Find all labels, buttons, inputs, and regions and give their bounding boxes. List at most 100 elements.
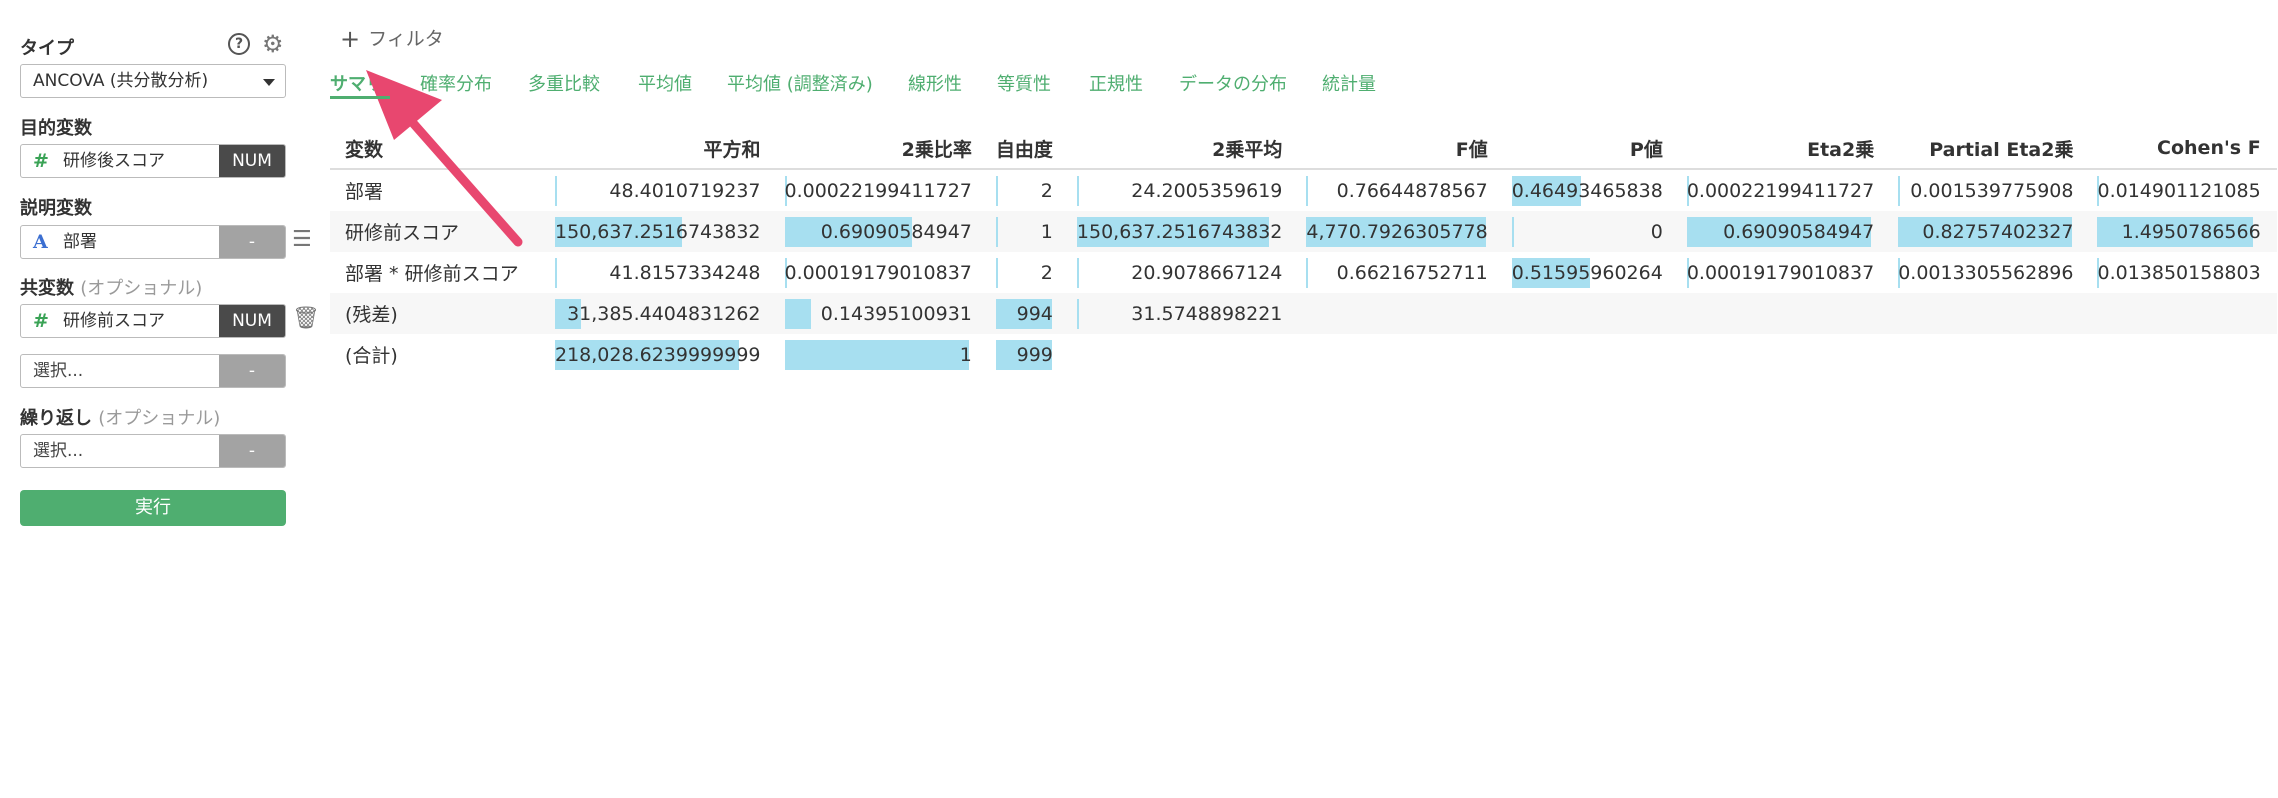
column-header[interactable]: 平方和	[547, 128, 777, 170]
covariate-label: 共変数 (オプショナル)	[20, 274, 202, 300]
value-bar	[1076, 176, 1079, 206]
type-select[interactable]: ANCOVA (共分散分析)	[20, 64, 286, 98]
table-cell: 0.82757402327	[1890, 211, 2090, 252]
table-cell: 0.66216752711	[1298, 252, 1503, 293]
filter-button[interactable]: + フィルタ	[340, 24, 444, 53]
repeat-label-text: 繰り返し	[20, 408, 92, 429]
tab-1[interactable]: 確率分布	[420, 70, 492, 96]
column-header[interactable]: Eta2乗	[1678, 128, 1891, 170]
value-bar	[1306, 258, 1309, 288]
table-cell: 0.00022199411727	[777, 169, 988, 211]
cell-value: 0.46493465838	[1511, 179, 1663, 202]
type-button[interactable]: -	[219, 435, 285, 467]
tab-4[interactable]: 平均値 (調整済み)	[727, 70, 873, 96]
cell-value: 150,637.2516743832	[1076, 220, 1283, 243]
tab-0[interactable]: サマリ	[330, 70, 384, 96]
covariate-field[interactable]: # 研修前スコア NUM	[20, 304, 286, 338]
table-header-row: 変数 平方和 2乗比率 自由度 2乗平均 F値 P値 Eta2乗 Partial Eta2乗 Co…	[330, 128, 2277, 170]
column-header[interactable]: Partial Eta2乗	[1890, 128, 2090, 170]
plus-icon: +	[340, 25, 361, 53]
type-button[interactable]: -	[219, 226, 285, 258]
explanatory-variable-label: 説明変数	[20, 198, 92, 219]
table-cell: 0.51595960264	[1504, 252, 1679, 293]
value-bar	[784, 340, 969, 370]
value-bar	[995, 258, 998, 288]
table-cell: 1	[987, 211, 1069, 252]
help-icon[interactable]: ?	[228, 33, 250, 55]
explanatory-variable-field[interactable]: A 部署 -	[20, 225, 286, 259]
column-header[interactable]: F値	[1298, 128, 1504, 170]
tab-6[interactable]: 等質性	[997, 70, 1051, 96]
table-cell	[1679, 334, 1890, 375]
trash-icon[interactable]: 🗑	[292, 306, 320, 331]
num-type-button[interactable]: NUM	[219, 145, 285, 177]
table-cell	[1678, 293, 1891, 334]
target-variable-field[interactable]: # 研修後スコア NUM	[20, 144, 286, 178]
value-bar	[1306, 176, 1309, 206]
cell-value: 1	[1040, 220, 1053, 243]
menu-icon[interactable]: ☰	[292, 227, 312, 252]
table-cell: 0	[1503, 211, 1679, 252]
table-cell: 0.0013305562896	[1890, 252, 2089, 293]
cell-value: 0	[1650, 220, 1663, 243]
value-bar	[1076, 299, 1079, 329]
value-bar	[555, 258, 557, 288]
column-header[interactable]: 自由度	[987, 128, 1069, 170]
value-bar	[1511, 217, 1514, 247]
cell-value: 999	[1016, 343, 1053, 366]
tab-8[interactable]: データの分布	[1179, 70, 1287, 96]
cell-value: 0.76644878567	[1336, 179, 1488, 202]
table-body: 部署 48.4010719237 0.00022199411727 2 24.20053…	[330, 169, 2277, 375]
column-header[interactable]: 2乗平均	[1068, 128, 1299, 170]
cell-value: 2	[1040, 179, 1053, 202]
covariate-select-field[interactable]: 選択... -	[20, 354, 286, 388]
cell-value: 0.69090584947	[1723, 220, 1875, 243]
num-type-button[interactable]: NUM	[219, 305, 285, 337]
cell-value: 0.00022199411727	[784, 179, 972, 202]
run-button[interactable]: 実行	[20, 490, 286, 526]
table-cell: 1	[777, 334, 988, 375]
tab-3[interactable]: 平均値	[638, 70, 692, 96]
value-bar	[1076, 258, 1079, 288]
chevron-down-icon	[263, 79, 275, 86]
filter-label: フィルタ	[368, 28, 444, 50]
cell-value: 41.8157334248	[609, 261, 761, 284]
cell-value: 研修前スコア	[345, 222, 460, 244]
cell-value: 1.4950786566	[2121, 220, 2261, 243]
tab-9[interactable]: 統計量	[1322, 70, 1376, 96]
table-cell: 24.2005359619	[1069, 169, 1299, 211]
cell-value: 31.5748898221	[1131, 302, 1283, 325]
type-select-value: ANCOVA (共分散分析)	[33, 71, 209, 91]
hash-icon: #	[33, 310, 49, 332]
table-cell: 部署 * 研修前スコア	[330, 252, 547, 293]
active-tab-underline	[330, 96, 390, 99]
table-cell: (合計)	[330, 334, 547, 375]
target-variable-name: 研修後スコア	[63, 151, 165, 171]
column-header[interactable]: Cohen's F	[2089, 128, 2277, 170]
column-header[interactable]: 2乗比率	[776, 128, 988, 170]
repeat-label: 繰り返し (オプショナル)	[20, 404, 220, 430]
tab-7[interactable]: 正規性	[1089, 70, 1143, 96]
cell-value: 218,028.6239999999	[555, 343, 761, 366]
column-header[interactable]: P値	[1503, 128, 1679, 170]
gear-icon[interactable]: ⚙	[262, 30, 284, 58]
table-cell: 0.001539775908	[1890, 169, 2089, 211]
type-button[interactable]: -	[219, 355, 285, 387]
table-cell: 4,770.7926305778	[1298, 211, 1504, 252]
table-cell: 0.013850158803	[2089, 252, 2276, 293]
repeat-select-field[interactable]: 選択... -	[20, 434, 286, 468]
table-cell: 0.76644878567	[1298, 169, 1503, 211]
column-header[interactable]: 変数	[330, 128, 547, 170]
table-cell: 20.9078667124	[1069, 252, 1299, 293]
table-cell	[1890, 334, 2089, 375]
cell-value: 0.001539775908	[1910, 179, 2074, 202]
table-cell: 0.14395100931	[776, 293, 988, 334]
tab-2[interactable]: 多重比較	[528, 70, 600, 96]
table-row: 部署 * 研修前スコア 41.8157334248 0.00019179010837…	[330, 252, 2277, 293]
table-cell: (残差)	[330, 293, 547, 334]
table-cell	[2089, 334, 2276, 375]
tab-5[interactable]: 線形性	[908, 70, 962, 96]
table-cell	[1069, 334, 1299, 375]
table-cell: 0.46493465838	[1504, 169, 1679, 211]
letter-a-icon: A	[33, 231, 48, 253]
